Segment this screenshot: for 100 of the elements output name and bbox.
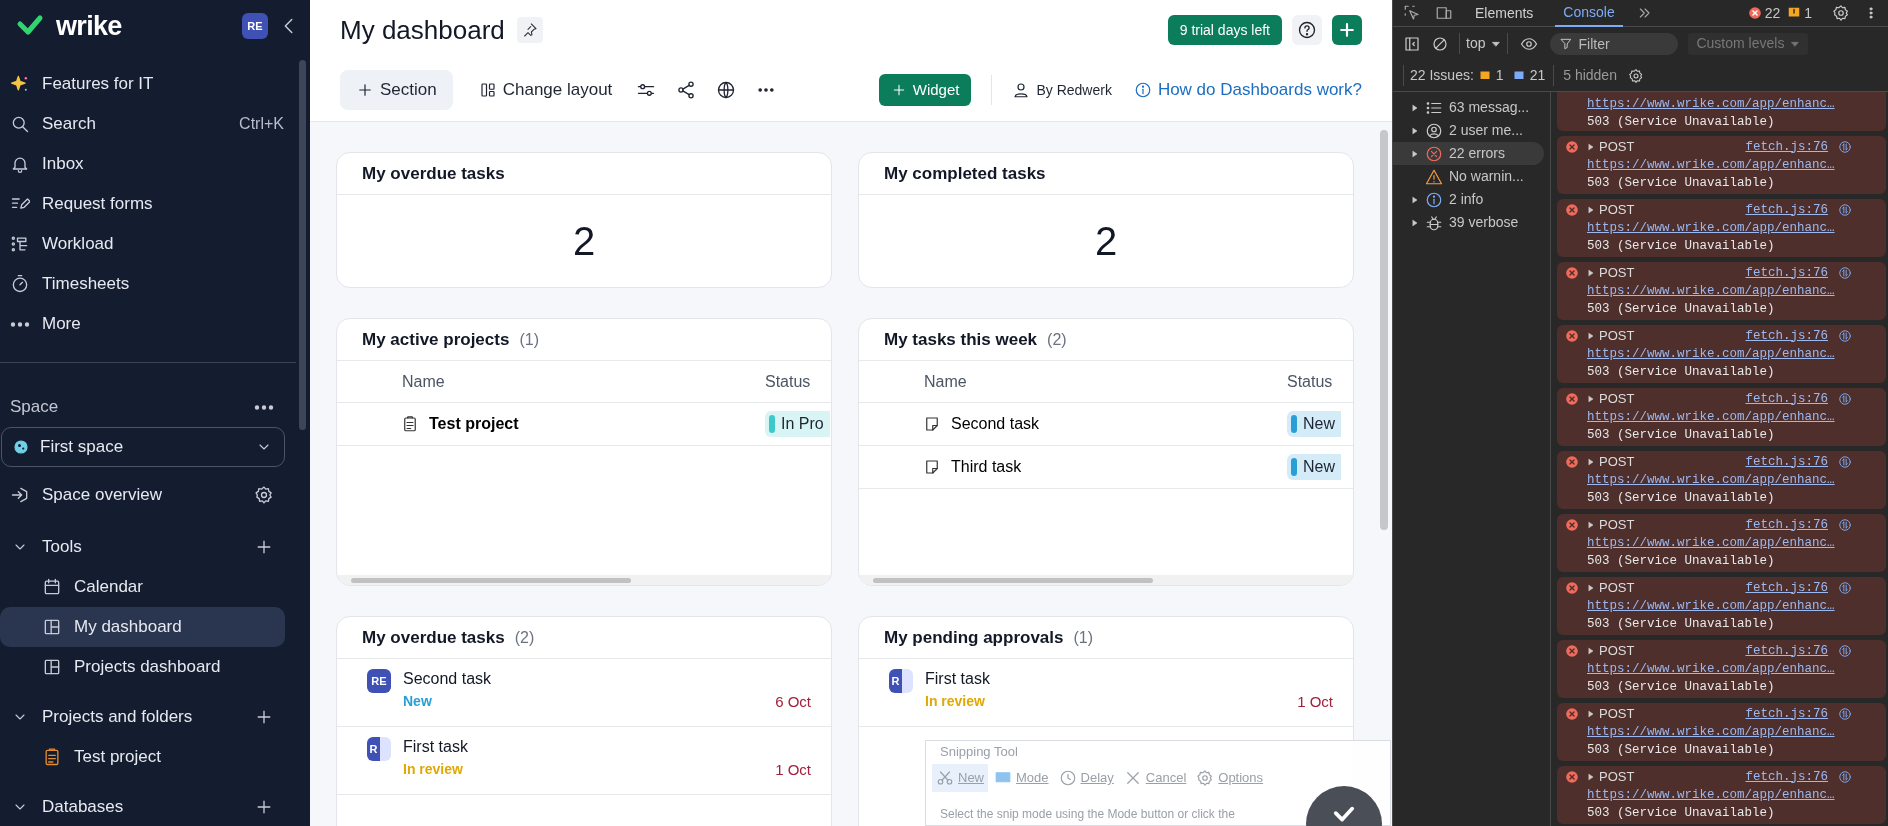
source-link[interactable]: fetch.js:76: [1745, 767, 1828, 787]
network-icon[interactable]: [1838, 266, 1852, 280]
source-link[interactable]: fetch.js:76: [1745, 515, 1828, 535]
tree-item[interactable]: My dashboard: [0, 607, 285, 647]
url-link[interactable]: https://www.wrike.com/app/enhanc…: [1587, 408, 1880, 426]
url-link[interactable]: https://www.wrike.com/app/enhanc…: [1587, 534, 1880, 552]
tree-item[interactable]: Calendar: [0, 567, 285, 607]
add-section-button[interactable]: Section: [340, 70, 453, 110]
settings-icon[interactable]: [1832, 4, 1850, 22]
source-link[interactable]: fetch.js:76: [1745, 389, 1828, 409]
status-label: New: [403, 692, 432, 711]
devtools-tab[interactable]: Elements: [1467, 0, 1542, 27]
network-icon[interactable]: [1838, 581, 1852, 595]
tree-item[interactable]: Projects dashboard: [0, 647, 285, 687]
more-dots-icon[interactable]: [254, 404, 274, 410]
settings-icon[interactable]: [1627, 67, 1644, 84]
context-dropdown[interactable]: top: [1459, 33, 1509, 54]
message-group[interactable]: 22 errors: [1393, 142, 1544, 165]
source-link[interactable]: fetch.js:76: [1745, 326, 1828, 346]
hint-text: Select the snip mode using the Mode button or click the: [940, 807, 1235, 821]
url-link[interactable]: https://www.wrike.com/app/enhanc…: [1587, 95, 1880, 113]
message-group[interactable]: 39 verbose: [1393, 211, 1544, 234]
message-group[interactable]: 2 user me...: [1393, 119, 1544, 142]
task-name[interactable]: Second task: [951, 412, 1287, 436]
scrollbar-thumb[interactable]: [299, 60, 306, 430]
source-link[interactable]: fetch.js:76: [1745, 200, 1828, 220]
tree-section[interactable]: Projects and folders: [0, 697, 310, 737]
add-button[interactable]: [1332, 15, 1362, 45]
url-link[interactable]: https://www.wrike.com/app/enhanc…: [1587, 660, 1880, 678]
network-icon[interactable]: [1838, 329, 1852, 343]
trial-days-button[interactable]: 9 trial days left: [1167, 15, 1282, 45]
nav-item[interactable]: Request forms: [0, 184, 310, 224]
change-layout-button[interactable]: Change layout: [474, 70, 617, 110]
network-icon[interactable]: [1838, 770, 1852, 784]
space-dropdown[interactable]: First space: [1, 427, 285, 467]
devtools-tab[interactable]: Console: [1555, 0, 1623, 27]
url-link[interactable]: https://www.wrike.com/app/enhanc…: [1587, 786, 1880, 804]
request-method: POST: [1599, 642, 1636, 661]
url-link[interactable]: https://www.wrike.com/app/enhanc…: [1587, 345, 1880, 363]
url-link[interactable]: https://www.wrike.com/app/enhanc…: [1587, 156, 1880, 174]
scrollbar-thumb[interactable]: [351, 577, 631, 583]
network-icon[interactable]: [1838, 392, 1852, 406]
source-link[interactable]: fetch.js:76: [1745, 641, 1828, 661]
network-icon[interactable]: [1838, 203, 1852, 217]
source-link[interactable]: fetch.js:76: [1745, 578, 1828, 598]
url-link[interactable]: https://www.wrike.com/app/enhanc…: [1587, 471, 1880, 489]
message-group[interactable]: 2 info: [1393, 188, 1544, 211]
task-name[interactable]: Second task: [403, 667, 811, 691]
nav-item[interactable]: Space overview: [0, 473, 310, 517]
source-link[interactable]: fetch.js:76: [1745, 137, 1828, 157]
task-name[interactable]: First task: [403, 735, 811, 759]
tree-section[interactable]: Tools: [0, 527, 310, 567]
issue-count: 21: [1529, 65, 1555, 86]
help-button[interactable]: [1292, 15, 1322, 45]
globe-icon[interactable]: [716, 80, 737, 100]
add-widget-button[interactable]: Widget: [878, 74, 972, 106]
scrollbar-thumb[interactable]: [1380, 130, 1388, 530]
source-link[interactable]: fetch.js:76: [1745, 263, 1828, 283]
error-message: 503 (Service Unavailable): [1587, 301, 1776, 318]
section-label: Space: [10, 396, 59, 419]
nav-item[interactable]: Search Ctrl+K: [0, 104, 310, 144]
expand-caret-icon: [1587, 268, 1595, 278]
nav-item[interactable]: Features for IT: [0, 64, 310, 104]
pin-icon: [521, 22, 538, 38]
nav-item[interactable]: Timesheets: [0, 264, 310, 304]
help-link[interactable]: How do Dashboards work?: [1133, 77, 1362, 103]
nav-item[interactable]: Inbox: [0, 144, 310, 184]
count-value: 2: [572, 218, 596, 265]
tree-item[interactable]: Test project: [0, 737, 285, 777]
source-link[interactable]: fetch.js:76: [1745, 704, 1828, 724]
user-avatar[interactable]: RE: [242, 13, 268, 39]
url-link[interactable]: https://www.wrike.com/app/enhanc…: [1587, 723, 1880, 741]
nav-item[interactable]: More: [0, 304, 310, 344]
clear-console-icon[interactable]: [1431, 34, 1449, 53]
scrollbar-thumb[interactable]: [873, 577, 1153, 583]
device-icon[interactable]: [1435, 4, 1453, 22]
sidebar-toggle-icon[interactable]: [1403, 34, 1421, 53]
message-group[interactable]: 63 messag...: [1393, 96, 1544, 119]
inspect-cursor-icon[interactable]: [1403, 4, 1421, 22]
source-link[interactable]: fetch.js:76: [1745, 452, 1828, 472]
error-icon: [1565, 266, 1579, 280]
nav-item[interactable]: Workload: [0, 224, 310, 264]
task-name[interactable]: First task: [925, 667, 1333, 691]
share-icon[interactable]: [676, 80, 697, 100]
pin-button[interactable]: [516, 17, 543, 43]
task-name[interactable]: Third task: [951, 455, 1287, 479]
network-icon[interactable]: [1838, 518, 1852, 532]
network-icon[interactable]: [1838, 644, 1852, 658]
url-link[interactable]: https://www.wrike.com/app/enhanc…: [1587, 219, 1880, 237]
wrike-logo[interactable]: wrike: [10, 5, 122, 47]
message-group[interactable]: No warnin...: [1393, 165, 1544, 188]
task-name[interactable]: Test project: [429, 412, 765, 436]
network-icon[interactable]: [1838, 707, 1852, 721]
tree-section[interactable]: Databases: [0, 787, 310, 826]
url-link[interactable]: https://www.wrike.com/app/enhanc…: [1587, 597, 1880, 615]
url-link[interactable]: https://www.wrike.com/app/enhanc…: [1587, 282, 1880, 300]
network-icon[interactable]: [1838, 140, 1852, 154]
filter-field[interactable]: Filter: [1550, 32, 1679, 55]
due-date: 6 Oct: [775, 692, 811, 712]
network-icon[interactable]: [1838, 455, 1852, 469]
